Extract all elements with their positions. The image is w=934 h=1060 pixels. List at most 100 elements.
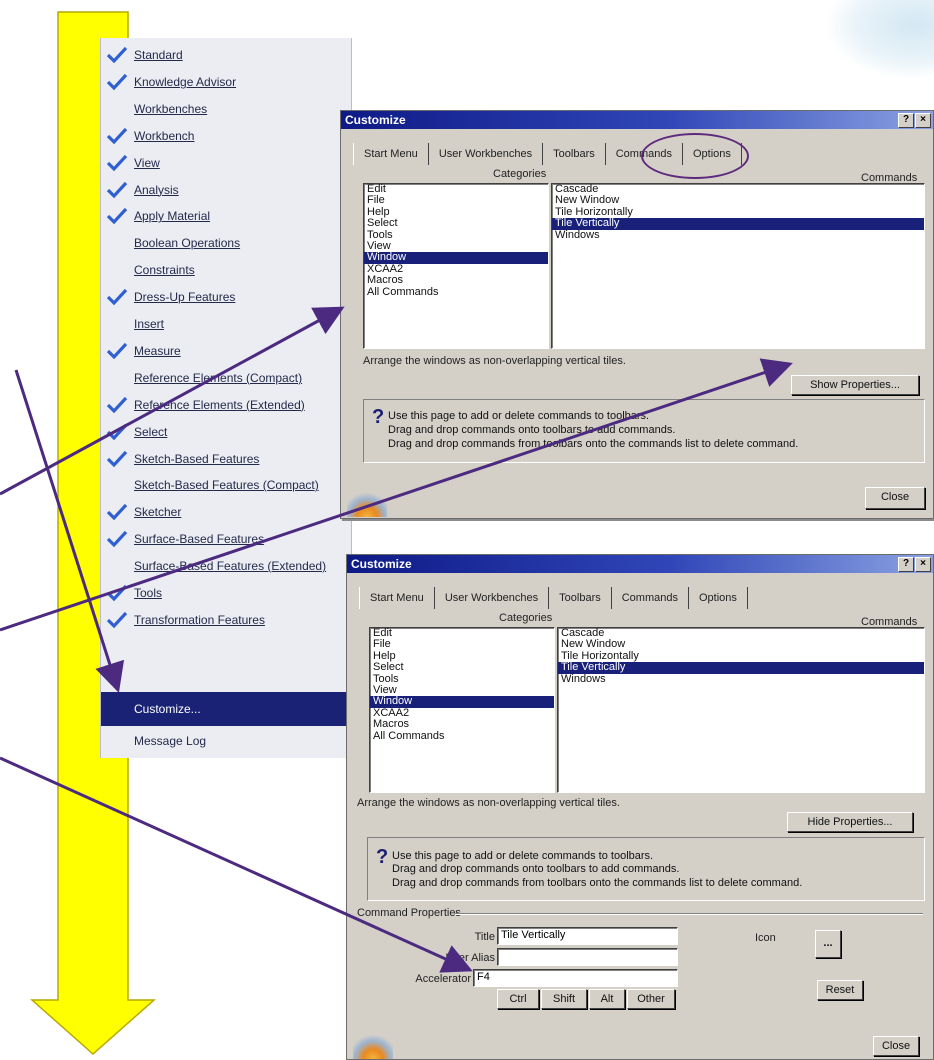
- icon-browse-button[interactable]: ...: [815, 930, 841, 958]
- commands-list[interactable]: Cascade New Window Tile Horizontally Tile V…: [551, 183, 925, 349]
- category-item[interactable]: File: [370, 638, 554, 650]
- command-item[interactable]: Windows: [558, 673, 924, 685]
- checkmark-icon: [106, 287, 128, 307]
- tab-start-menu[interactable]: Start Menu: [353, 143, 429, 165]
- title-field[interactable]: Tile Vertically: [497, 927, 678, 945]
- category-item[interactable]: All Commands: [364, 286, 548, 298]
- question-mark-icon: ?: [376, 846, 389, 868]
- customize-menu-item[interactable]: Customize...: [101, 692, 349, 726]
- category-item[interactable]: Tools: [364, 229, 548, 241]
- menu-item-label: Select: [134, 424, 168, 439]
- categories-caption: Categories: [493, 168, 547, 180]
- other-button[interactable]: Other: [627, 989, 675, 1009]
- menu-item[interactable]: Measure: [101, 338, 349, 364]
- menu-item-label: Constraints: [134, 263, 195, 278]
- menu-item-label: Surface-Based Features (Extended): [134, 559, 327, 574]
- menu-item[interactable]: View: [101, 150, 349, 176]
- message-log-menu-item[interactable]: Message Log: [101, 728, 349, 754]
- menu-item[interactable]: Constraints: [101, 257, 349, 283]
- menu-item[interactable]: Sketch-Based Features: [101, 446, 349, 472]
- command-description: Arrange the windows as non-overlapping v…: [363, 355, 626, 367]
- checkmark-icon: [106, 422, 128, 442]
- category-item[interactable]: Macros: [364, 274, 548, 286]
- accelerator-label: Accelerator: [415, 973, 471, 985]
- group-divider: [455, 913, 923, 915]
- menu-item[interactable]: Workbenches: [101, 96, 349, 122]
- checkmark-icon: [106, 45, 128, 65]
- menu-item-label: Measure: [134, 343, 181, 358]
- ctrl-button[interactable]: Ctrl: [497, 989, 539, 1009]
- show-properties-button[interactable]: Show Properties...: [791, 375, 919, 395]
- commands-tab-highlight-oval: [641, 133, 749, 179]
- menu-item-label: Reference Elements (Compact): [134, 370, 303, 385]
- menu-item[interactable]: Boolean Operations: [101, 230, 349, 256]
- menu-item[interactable]: Analysis: [101, 177, 349, 203]
- menu-item[interactable]: Tools: [101, 580, 349, 606]
- command-item[interactable]: Tile Vertically: [552, 217, 924, 230]
- help-button[interactable]: ?: [898, 113, 914, 128]
- command-item[interactable]: Windows: [552, 229, 924, 241]
- category-item[interactable]: Select: [370, 661, 554, 673]
- menu-item-label: Reference Elements (Extended): [134, 397, 305, 412]
- command-item[interactable]: Tile Vertically: [558, 661, 924, 674]
- menu-item[interactable]: Insert: [101, 311, 349, 337]
- customize-dialog-compact: Customize ? × Start Menu User Workbenches…: [340, 110, 934, 519]
- user-alias-field[interactable]: [497, 948, 678, 966]
- hide-properties-button[interactable]: Hide Properties...: [787, 812, 913, 832]
- tab-user-workbenches[interactable]: User Workbenches: [435, 587, 550, 609]
- menu-item[interactable]: Sketch-Based Features (Compact): [101, 472, 349, 498]
- menu-item[interactable]: Standard: [101, 42, 349, 68]
- tab-commands[interactable]: Commands: [611, 587, 689, 609]
- tab-start-menu[interactable]: Start Menu: [359, 587, 435, 609]
- help-box: ? Use this page to add or delete command…: [367, 837, 925, 901]
- command-properties-caption: Command Properties: [357, 907, 461, 919]
- help-button[interactable]: ?: [898, 557, 914, 572]
- tab-options[interactable]: Options: [689, 587, 748, 609]
- menu-item[interactable]: Workbench: [101, 123, 349, 149]
- checkmark-icon: [106, 529, 128, 549]
- commands-list[interactable]: Cascade New Window Tile Horizontally Tile V…: [557, 627, 925, 793]
- close-button[interactable]: Close: [865, 487, 925, 509]
- checkmark-icon: [106, 449, 128, 469]
- menu-item[interactable]: Surface-Based Features (Extended): [101, 553, 349, 579]
- menu-item[interactable]: Reference Elements (Compact): [101, 365, 349, 391]
- view-toolbars-menu: Standard Knowledge Advisor Workbenches Work…: [100, 38, 352, 758]
- menu-item-label: Apply Material: [134, 209, 211, 224]
- menu-item-label: Dress-Up Features: [134, 290, 236, 305]
- checkmark-icon: [106, 610, 128, 630]
- accelerator-field[interactable]: F4: [473, 969, 678, 987]
- menu-item[interactable]: Sketcher: [101, 499, 349, 525]
- tab-user-workbenches[interactable]: User Workbenches: [429, 143, 544, 165]
- checkmark-icon: [106, 72, 128, 92]
- shift-button[interactable]: Shift: [541, 989, 587, 1009]
- close-x-button[interactable]: ×: [915, 557, 931, 572]
- category-item[interactable]: Edit: [370, 627, 554, 639]
- menu-item[interactable]: Reference Elements (Extended): [101, 392, 349, 418]
- menu-item[interactable]: Transformation Features: [101, 607, 349, 633]
- reset-button[interactable]: Reset: [817, 980, 863, 1000]
- question-mark-icon: ?: [372, 406, 385, 428]
- tab-toolbars[interactable]: Toolbars: [543, 143, 606, 165]
- checkmark-icon: [106, 180, 128, 200]
- close-button[interactable]: Close: [873, 1036, 919, 1056]
- menu-item[interactable]: Select: [101, 419, 349, 445]
- categories-list[interactable]: Edit File Help Select Tools View Window XCAA2 Ma…: [363, 183, 549, 349]
- menu-item[interactable]: Surface-Based Features: [101, 526, 349, 552]
- categories-list[interactable]: Edit File Help Select Tools View Window XCAA2 Ma…: [369, 627, 555, 793]
- category-item[interactable]: All Commands: [370, 730, 554, 742]
- category-item[interactable]: Macros: [370, 718, 554, 730]
- close-x-button[interactable]: ×: [915, 113, 931, 128]
- menu-item-label: Workbenches: [134, 101, 208, 116]
- alt-button[interactable]: Alt: [589, 989, 625, 1009]
- customize-dialog-expanded: Customize ? × Start Menu User Workbenches…: [346, 554, 934, 1060]
- category-item[interactable]: Tools: [370, 673, 554, 685]
- category-item[interactable]: Edit: [364, 183, 548, 195]
- menu-item-label: Surface-Based Features: [134, 532, 265, 547]
- menu-item[interactable]: Knowledge Advisor: [101, 69, 349, 95]
- menu-item-label: Standard: [134, 48, 183, 62]
- category-item[interactable]: Select: [364, 217, 548, 229]
- menu-item[interactable]: Apply Material: [101, 203, 349, 229]
- tab-toolbars[interactable]: Toolbars: [549, 587, 612, 609]
- menu-item[interactable]: Dress-Up Features: [101, 284, 349, 310]
- category-item[interactable]: File: [364, 194, 548, 206]
